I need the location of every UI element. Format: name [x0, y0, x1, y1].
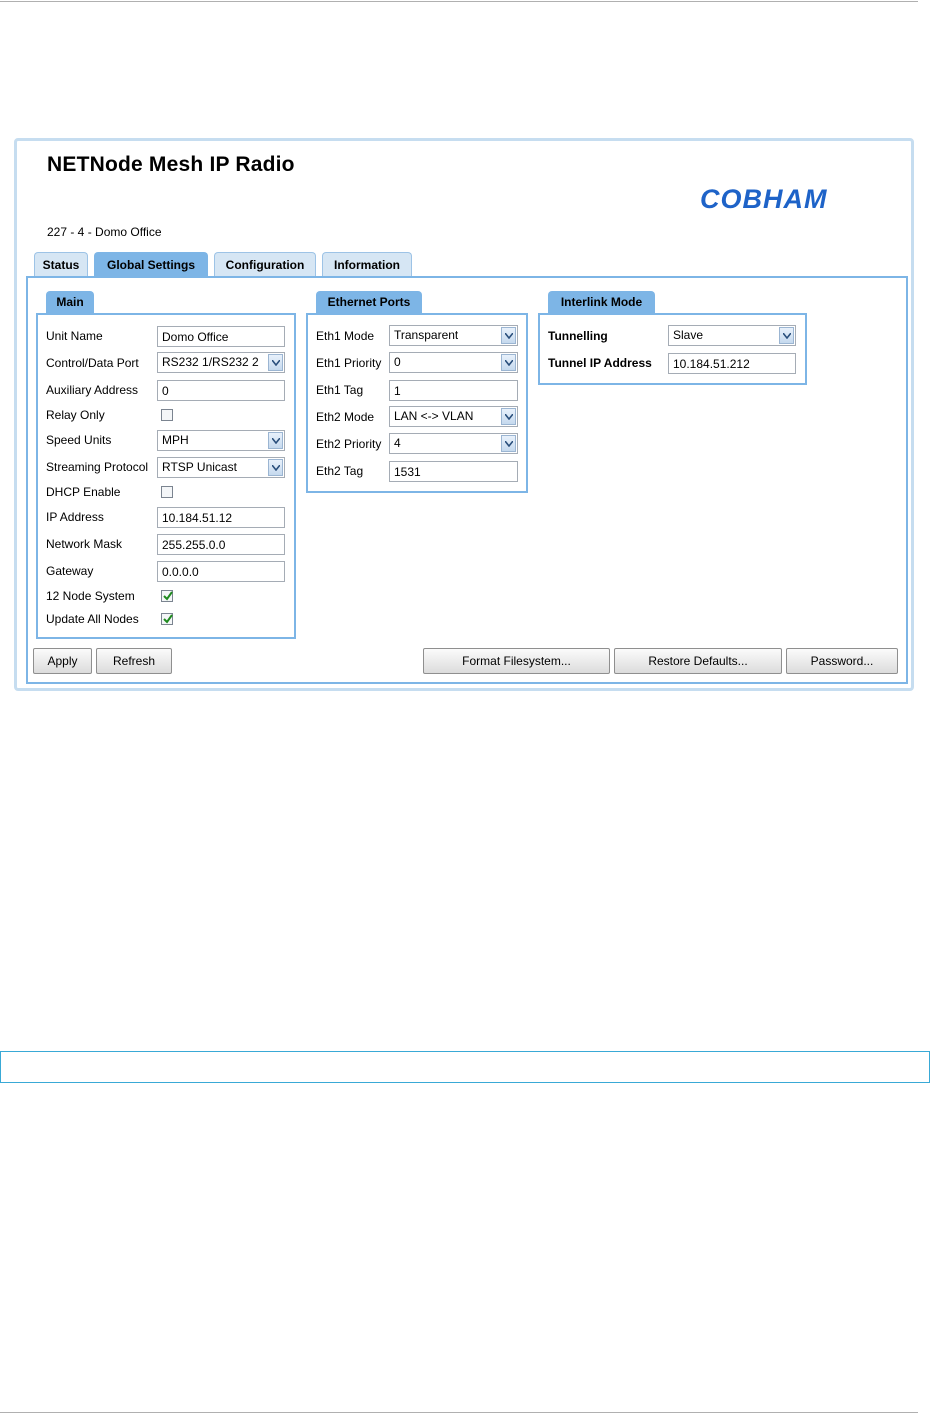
tab-information[interactable]: Information: [322, 252, 412, 276]
tunnelling-label: Tunnelling: [548, 329, 608, 343]
chevron-down-icon: [268, 354, 283, 371]
speed-units-label: Speed Units: [46, 433, 112, 447]
streaming-label: Streaming Protocol: [46, 460, 149, 474]
chevron-down-icon: [779, 327, 794, 344]
checkmark-icon: [163, 591, 173, 601]
password-button[interactable]: Password...: [786, 648, 898, 674]
network-mask-label: Network Mask: [46, 537, 123, 551]
ethernet-group-title: Ethernet Ports: [316, 291, 422, 313]
format-filesystem-button[interactable]: Format Filesystem...: [423, 648, 610, 674]
control-port-value: RS232 1/RS232 2: [162, 355, 259, 369]
main-group-title: Main: [46, 291, 94, 313]
unit-name-input[interactable]: [157, 326, 285, 347]
chevron-down-icon: [501, 354, 516, 371]
tab-status[interactable]: Status: [34, 252, 88, 276]
interlink-group-title: Interlink Mode: [548, 291, 655, 313]
eth2-priority-select[interactable]: 4: [389, 433, 518, 454]
node12-label: 12 Node System: [46, 589, 135, 603]
eth1-mode-label: Eth1 Mode: [316, 329, 375, 343]
chevron-down-icon: [268, 432, 283, 449]
device-name: 227 - 4 - Domo Office: [47, 225, 162, 239]
chevron-down-icon: [501, 435, 516, 452]
ip-address-input[interactable]: [157, 507, 285, 528]
eth1-priority-label: Eth1 Priority: [316, 356, 382, 370]
apply-button[interactable]: Apply: [33, 648, 92, 674]
relay-only-checkbox[interactable]: [161, 409, 173, 421]
eth2-mode-select[interactable]: LAN <-> VLAN: [389, 406, 518, 427]
eth1-priority-select[interactable]: 0: [389, 352, 518, 373]
node12-checkbox[interactable]: [161, 590, 173, 602]
ip-address-label: IP Address: [46, 510, 104, 524]
dhcp-checkbox[interactable]: [161, 486, 173, 498]
speed-units-select[interactable]: MPH: [157, 430, 285, 451]
gateway-label: Gateway: [46, 564, 94, 578]
streaming-select[interactable]: RTSP Unicast: [157, 457, 285, 478]
interlink-group: [538, 313, 807, 385]
eth2-tag-input[interactable]: [389, 461, 518, 482]
eth1-mode-select[interactable]: Transparent: [389, 325, 518, 346]
eth1-tag-input[interactable]: [389, 380, 518, 401]
bottom-rule: [0, 1412, 918, 1413]
update-all-checkbox[interactable]: [161, 613, 173, 625]
restore-defaults-button[interactable]: Restore Defaults...: [614, 648, 782, 674]
tunnel-ip-input[interactable]: [668, 353, 796, 374]
relay-only-label: Relay Only: [46, 408, 105, 422]
tunnelling-value: Slave: [673, 328, 704, 342]
tab-configuration[interactable]: Configuration: [214, 252, 316, 276]
eth1-mode-value: Transparent: [394, 328, 459, 342]
eth2-mode-label: Eth2 Mode: [316, 410, 375, 424]
app-title: NETNode Mesh IP Radio: [47, 153, 295, 176]
aux-address-label: Auxiliary Address: [46, 383, 139, 397]
tab-global-settings[interactable]: Global Settings: [94, 252, 208, 276]
cobham-logo: COBHAM: [700, 184, 828, 213]
tunnelling-select[interactable]: Slave: [668, 325, 796, 346]
speed-units-value: MPH: [162, 433, 189, 447]
aux-address-input[interactable]: [157, 380, 285, 401]
checkmark-icon: [163, 614, 173, 624]
footer-bar: [0, 1051, 930, 1083]
streaming-value: RTSP Unicast: [162, 460, 237, 474]
logo-text: COBHAM: [700, 184, 828, 213]
network-mask-input[interactable]: [157, 534, 285, 555]
update-all-label: Update All Nodes: [46, 612, 139, 626]
control-port-label: Control/Data Port: [46, 356, 139, 370]
eth2-mode-value: LAN <-> VLAN: [394, 409, 474, 423]
control-port-select[interactable]: RS232 1/RS232 2: [157, 352, 285, 373]
eth2-priority-label: Eth2 Priority: [316, 437, 382, 451]
eth2-tag-label: Eth2 Tag: [316, 464, 364, 478]
chevron-down-icon: [268, 459, 283, 476]
refresh-button[interactable]: Refresh: [96, 648, 172, 674]
chevron-down-icon: [501, 327, 516, 344]
eth1-tag-label: Eth1 Tag: [316, 383, 364, 397]
dhcp-label: DHCP Enable: [46, 485, 121, 499]
eth2-priority-value: 4: [394, 436, 401, 450]
chevron-down-icon: [501, 408, 516, 425]
tunnel-ip-label: Tunnel IP Address: [548, 356, 652, 370]
top-rule: [0, 1, 918, 2]
unit-name-label: Unit Name: [46, 329, 103, 343]
gateway-input[interactable]: [157, 561, 285, 582]
eth1-priority-value: 0: [394, 355, 401, 369]
